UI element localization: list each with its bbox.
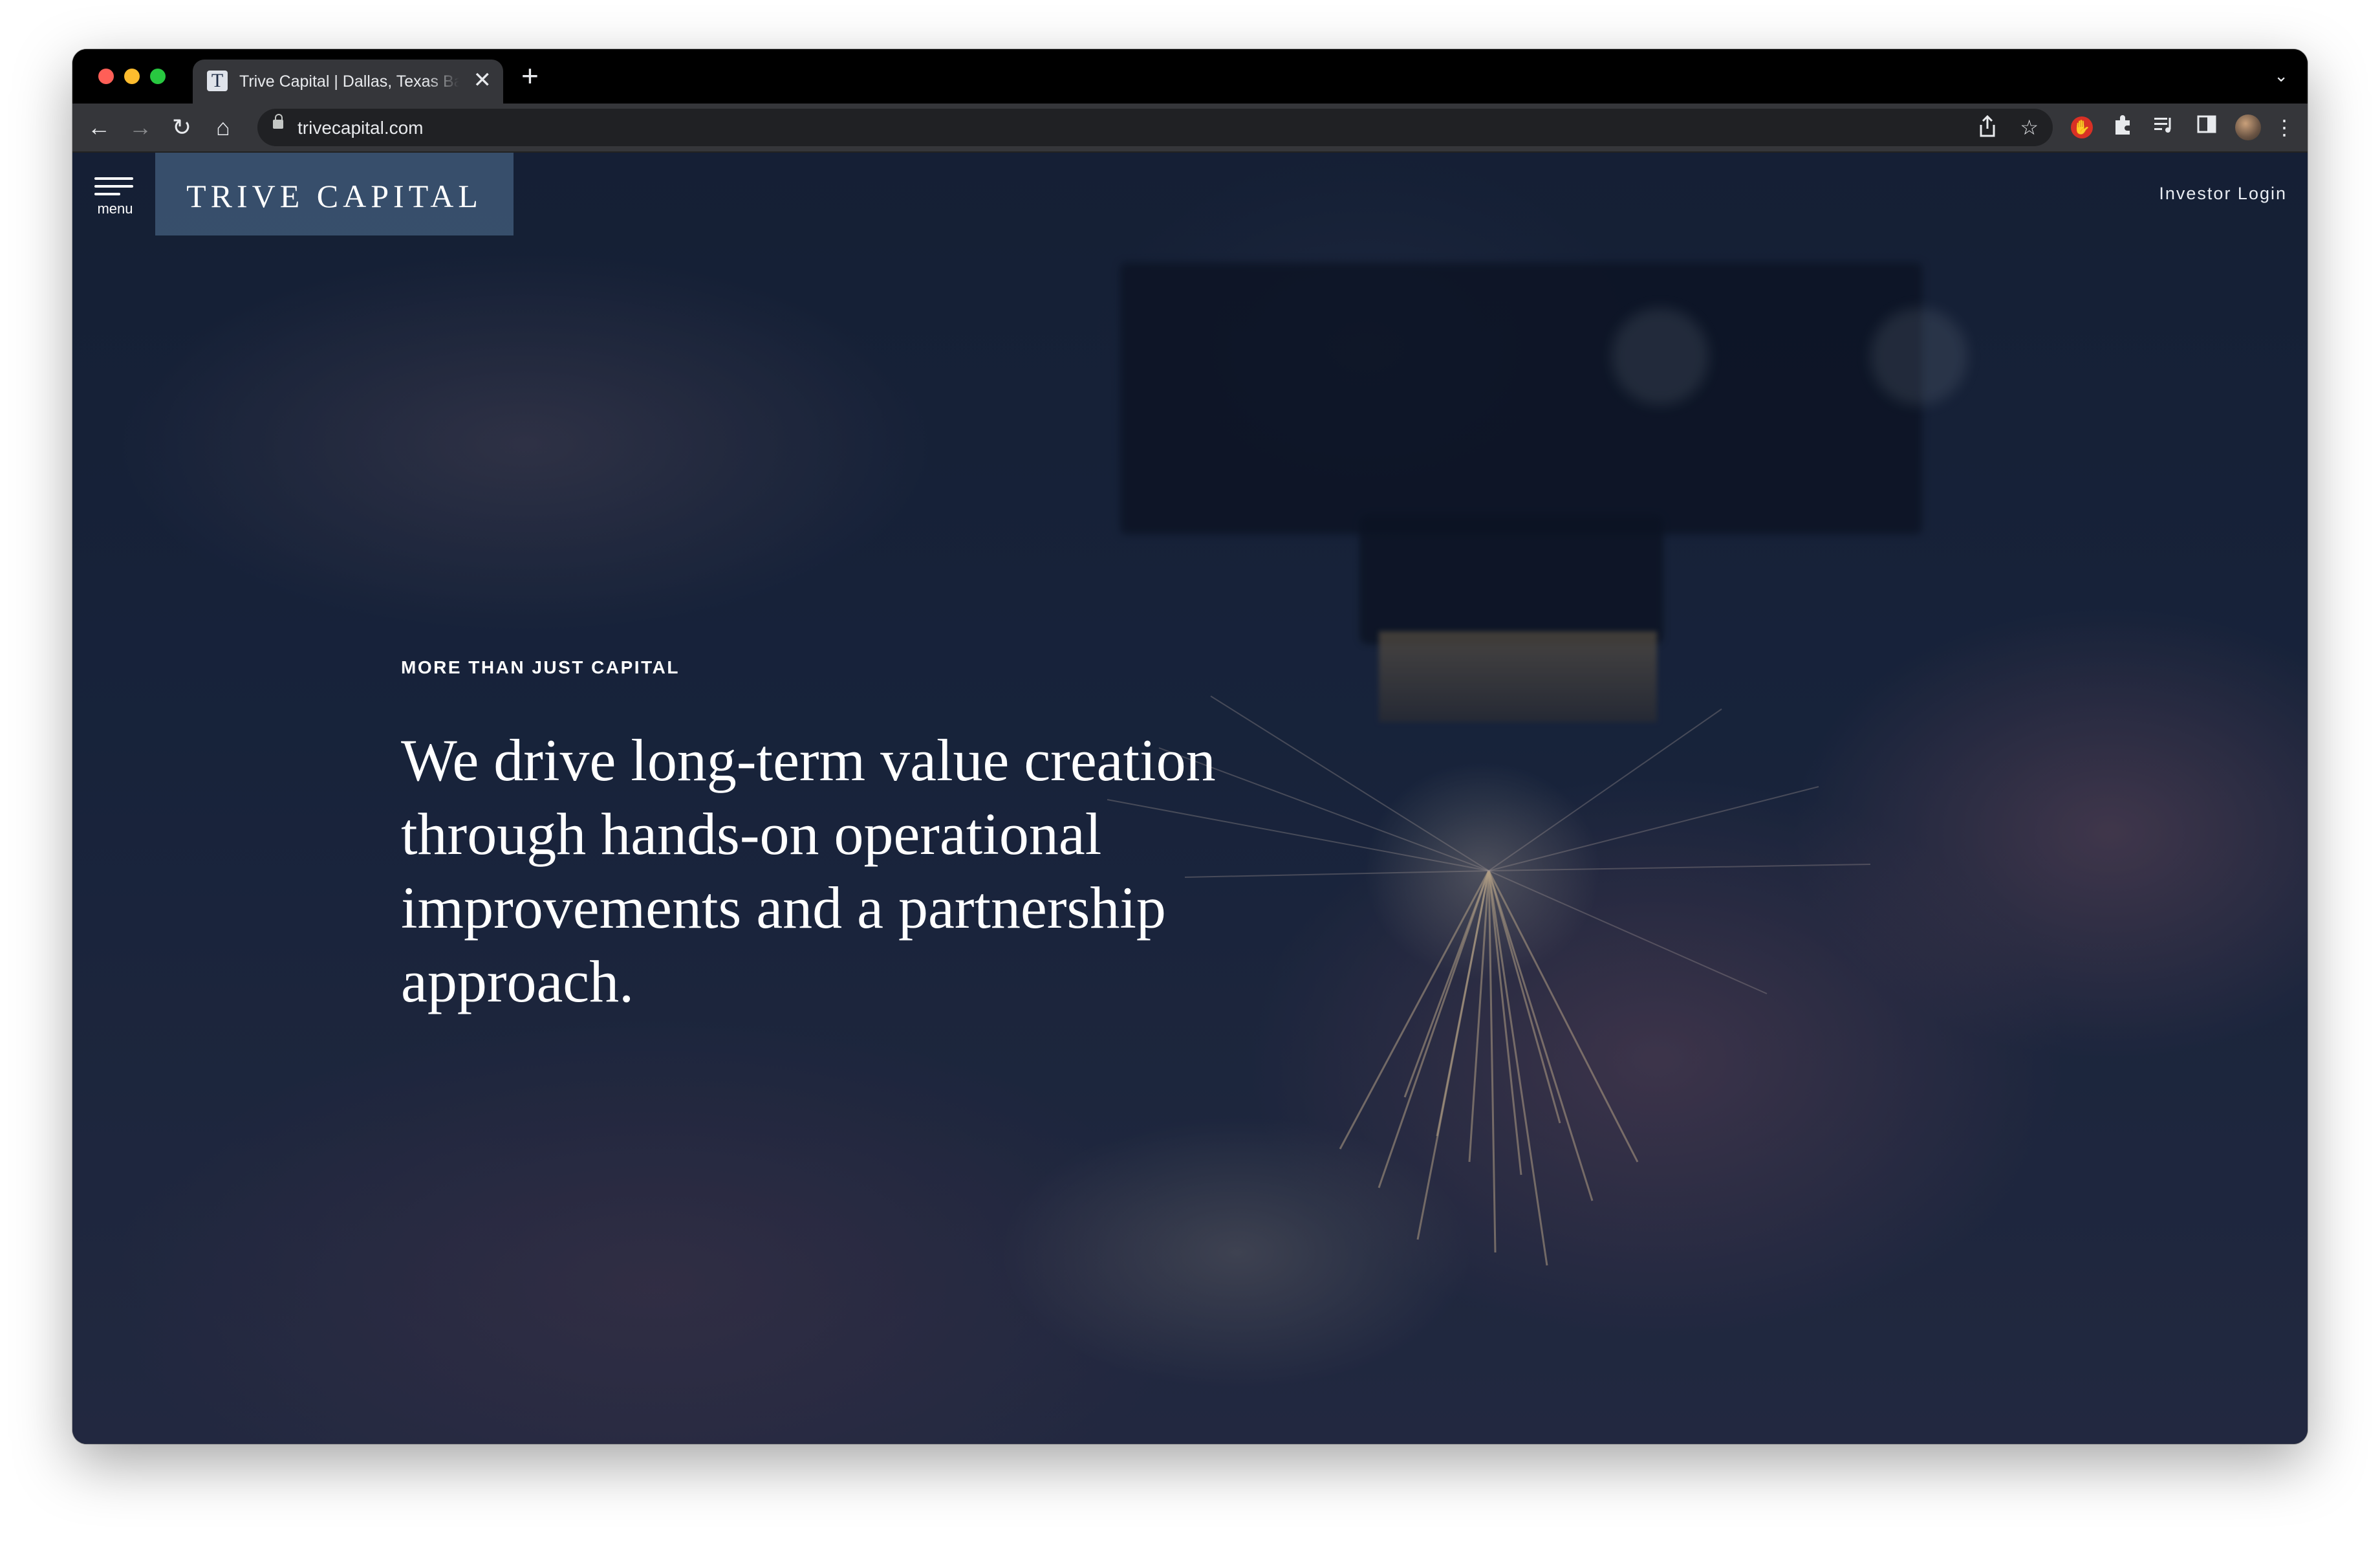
tab-title: Trive Capital | Dallas, Texas Based Priv… <box>239 72 459 91</box>
menu-label: menu <box>97 201 133 217</box>
tab-strip: T Trive Capital | Dallas, Texas Based Pr… <box>72 49 2308 104</box>
headline-line: through hands-on operational <box>401 801 1102 867</box>
hero-section: menu TRIVE CAPITAL Investor Login MORE T… <box>72 153 2308 1444</box>
more-icon[interactable]: ⋮ <box>2274 114 2295 141</box>
headline-line: approach. <box>401 948 634 1014</box>
browser-tab[interactable]: T Trive Capital | Dallas, Texas Based Pr… <box>193 60 503 104</box>
browser-window: T Trive Capital | Dallas, Texas Based Pr… <box>72 49 2308 1444</box>
media-control-icon[interactable] <box>2151 114 2177 141</box>
investor-login-link[interactable]: Investor Login <box>2159 184 2287 204</box>
headline-line: improvements and a partnership <box>401 875 1166 941</box>
side-panel-icon[interactable] <box>2194 114 2220 141</box>
hamburger-icon <box>94 177 133 180</box>
url-text: trivecapital.com <box>298 118 424 138</box>
forward-button[interactable]: → <box>124 111 157 144</box>
hero-eyebrow: MORE THAN JUST CAPITAL <box>401 657 680 677</box>
share-icon[interactable] <box>1978 115 1997 144</box>
star-icon[interactable]: ☆ <box>2020 115 2039 140</box>
home-button[interactable]: ⌂ <box>207 111 239 144</box>
minimize-window-button[interactable] <box>124 69 140 84</box>
extensions-icon[interactable] <box>2110 114 2136 141</box>
new-tab-button[interactable]: + <box>521 61 539 91</box>
profile-avatar[interactable] <box>2235 115 2261 140</box>
hero-headline: We drive long-term value creation throug… <box>401 723 1462 1018</box>
tab-search-icon[interactable]: ⌄ <box>2274 66 2288 86</box>
zoom-window-button[interactable] <box>150 69 166 84</box>
headline-line: We drive long-term value creation <box>401 727 1216 793</box>
hamburger-icon <box>94 193 120 195</box>
tab-close-icon[interactable]: ✕ <box>473 69 492 92</box>
lock-icon[interactable] <box>273 114 283 129</box>
reload-button[interactable]: ↻ <box>166 111 198 144</box>
back-button[interactable]: ← <box>83 111 115 144</box>
close-window-button[interactable] <box>98 69 114 84</box>
address-bar[interactable]: trivecapital.com ☆ <box>257 109 2053 146</box>
browser-toolbar: ← → ↻ ⌂ trivecapital.com ☆ ✋ ⋮ <box>72 104 2308 153</box>
logo-text: TRIVE CAPITAL <box>186 178 482 214</box>
favicon-icon: T <box>207 71 228 91</box>
site-logo[interactable]: TRIVE CAPITAL <box>155 153 514 235</box>
hamburger-icon <box>94 185 133 188</box>
menu-button[interactable]: menu <box>85 158 144 229</box>
adblock-icon[interactable]: ✋ <box>2071 116 2093 138</box>
